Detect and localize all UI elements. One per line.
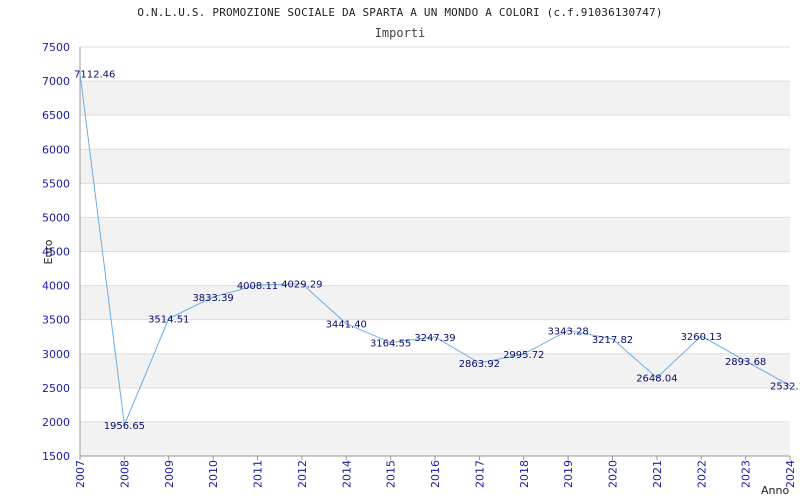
x-tick-label: 2020	[607, 460, 620, 488]
y-tick-label: 3500	[42, 314, 70, 327]
line-chart: 1500200025003000350040004500500055006000…	[42, 41, 800, 497]
y-tick-label: 2000	[42, 416, 70, 429]
y-tick-label: 5000	[42, 211, 70, 224]
plot-band	[80, 421, 790, 456]
x-tick-label: 2009	[163, 460, 176, 488]
data-label: 1956.65	[104, 421, 145, 432]
y-tick-label: 6000	[42, 143, 70, 156]
data-label: 2532.1	[770, 382, 800, 393]
data-label: 7112.46	[74, 69, 115, 80]
plot-band	[80, 353, 790, 388]
x-tick-label: 2023	[740, 460, 753, 488]
plot-band	[80, 217, 790, 252]
x-tick-label: 2010	[207, 460, 220, 488]
data-label: 3343.28	[547, 326, 588, 337]
data-label: 2648.04	[636, 374, 677, 385]
plot-bands	[80, 81, 790, 456]
x-tick-label: 2015	[385, 460, 398, 488]
x-tick-label: 2007	[74, 460, 87, 488]
y-tick-label: 1500	[42, 450, 70, 463]
x-tick-labels: 2007 2008 2009 2010 2011 2012 2014 2015 2016 2017…	[74, 456, 797, 488]
data-label: 3247.39	[414, 333, 455, 344]
data-label: 2863.92	[459, 359, 500, 370]
y-tick-label: 7000	[42, 75, 70, 88]
x-tick-label: 2019	[562, 460, 575, 488]
y-tick-label: 3000	[42, 348, 70, 361]
y-tick-label: 2500	[42, 382, 70, 395]
x-tick-label: 2021	[651, 460, 664, 488]
x-tick-label: 2022	[695, 460, 708, 488]
data-label: 4029.29	[281, 280, 322, 291]
data-label: 2995.72	[503, 350, 544, 361]
data-label: 4008.11	[237, 281, 278, 292]
data-label: 3514.51	[148, 315, 189, 326]
x-tick-label: 2012	[296, 460, 309, 488]
x-tick-label: 2008	[118, 460, 131, 488]
y-tick-label: 7500	[42, 41, 70, 54]
data-label: 3441.40	[326, 320, 367, 331]
y-tick-label: 6500	[42, 109, 70, 122]
data-label: 3260.13	[681, 332, 722, 343]
y-axis-title: Euro	[42, 239, 55, 264]
plot-band	[80, 81, 790, 116]
data-label: 3833.39	[192, 293, 233, 304]
y-tick-label: 5500	[42, 177, 70, 190]
chart-root: O.N.L.U.S. PROMOZIONE SOCIALE DA SPARTA …	[0, 0, 800, 500]
x-tick-label: 2018	[518, 460, 531, 488]
y-tick-label: 4000	[42, 280, 70, 293]
x-axis-title: Anno	[761, 484, 789, 497]
x-tick-label: 2016	[429, 460, 442, 488]
x-tick-label: 2017	[473, 460, 486, 488]
plot-band	[80, 149, 790, 184]
data-label: 2893.68	[725, 357, 766, 368]
data-label: 3217.82	[592, 335, 633, 346]
x-tick-label: 2014	[340, 460, 353, 488]
data-label: 3164.55	[370, 339, 411, 350]
x-tick-label: 2011	[252, 460, 265, 488]
